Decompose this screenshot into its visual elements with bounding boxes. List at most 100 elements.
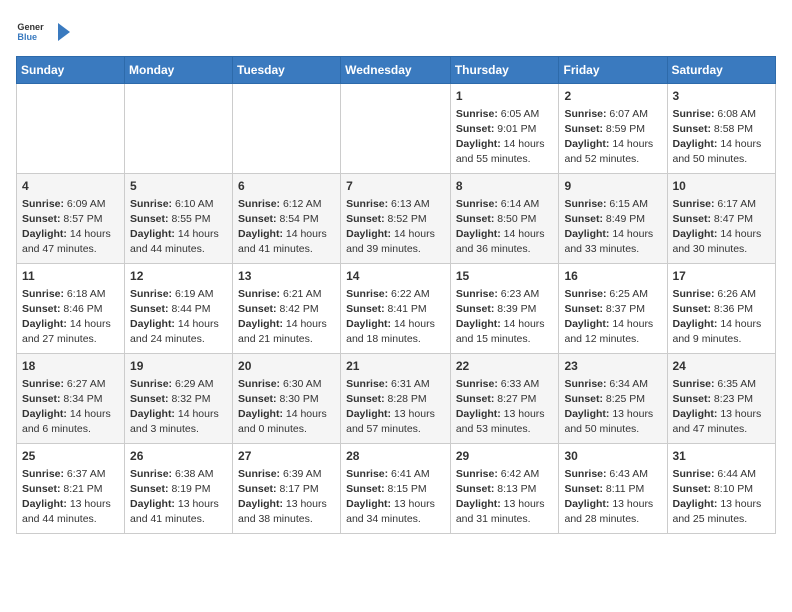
- cell-content-line: Sunset: 8:11 PM: [564, 482, 661, 497]
- cell-content-line: Daylight: 13 hours and 53 minutes.: [456, 407, 554, 437]
- cell-content-line: Sunrise: 6:41 AM: [346, 467, 445, 482]
- cell-content-line: Daylight: 14 hours and 47 minutes.: [22, 227, 119, 257]
- cell-content-line: Daylight: 13 hours and 34 minutes.: [346, 497, 445, 527]
- day-number: 10: [673, 178, 771, 195]
- cell-content-line: Sunset: 8:49 PM: [564, 212, 661, 227]
- cell-content-line: Sunrise: 6:33 AM: [456, 377, 554, 392]
- col-header-tuesday: Tuesday: [233, 57, 341, 84]
- calendar-week-row: 18Sunrise: 6:27 AMSunset: 8:34 PMDayligh…: [17, 354, 776, 444]
- cell-content-line: Sunrise: 6:37 AM: [22, 467, 119, 482]
- day-number: 28: [346, 448, 445, 465]
- cell-content-line: Daylight: 13 hours and 28 minutes.: [564, 497, 661, 527]
- cell-content-line: Sunrise: 6:09 AM: [22, 197, 119, 212]
- cell-content-line: Sunrise: 6:19 AM: [130, 287, 227, 302]
- cell-content-line: Sunset: 8:46 PM: [22, 302, 119, 317]
- calendar-week-row: 4Sunrise: 6:09 AMSunset: 8:57 PMDaylight…: [17, 174, 776, 264]
- cell-content-line: Sunset: 8:37 PM: [564, 302, 661, 317]
- cell-content-line: Daylight: 14 hours and 36 minutes.: [456, 227, 554, 257]
- day-number: 23: [564, 358, 661, 375]
- day-number: 20: [238, 358, 335, 375]
- day-number: 1: [456, 88, 554, 105]
- cell-content-line: Sunset: 8:19 PM: [130, 482, 227, 497]
- cell-content-line: Daylight: 13 hours and 44 minutes.: [22, 497, 119, 527]
- day-number: 11: [22, 268, 119, 285]
- calendar-cell: 22Sunrise: 6:33 AMSunset: 8:27 PMDayligh…: [450, 354, 559, 444]
- cell-content-line: Daylight: 14 hours and 12 minutes.: [564, 317, 661, 347]
- day-number: 3: [673, 88, 771, 105]
- cell-content-line: Daylight: 13 hours and 50 minutes.: [564, 407, 661, 437]
- cell-content-line: Sunrise: 6:17 AM: [673, 197, 771, 212]
- cell-content-line: Sunrise: 6:30 AM: [238, 377, 335, 392]
- day-number: 27: [238, 448, 335, 465]
- cell-content-line: Sunset: 8:23 PM: [673, 392, 771, 407]
- cell-content-line: Daylight: 14 hours and 6 minutes.: [22, 407, 119, 437]
- cell-content-line: Daylight: 14 hours and 0 minutes.: [238, 407, 335, 437]
- calendar-cell: 5Sunrise: 6:10 AMSunset: 8:55 PMDaylight…: [125, 174, 233, 264]
- day-number: 15: [456, 268, 554, 285]
- cell-content-line: Sunrise: 6:27 AM: [22, 377, 119, 392]
- day-number: 9: [564, 178, 661, 195]
- cell-content-line: Daylight: 14 hours and 55 minutes.: [456, 137, 554, 167]
- cell-content-line: Daylight: 13 hours and 41 minutes.: [130, 497, 227, 527]
- cell-content-line: Daylight: 14 hours and 39 minutes.: [346, 227, 445, 257]
- day-number: 13: [238, 268, 335, 285]
- cell-content-line: Daylight: 14 hours and 9 minutes.: [673, 317, 771, 347]
- calendar-cell: 1Sunrise: 6:05 AMSunset: 9:01 PMDaylight…: [450, 84, 559, 174]
- day-number: 5: [130, 178, 227, 195]
- cell-content-line: Sunrise: 6:42 AM: [456, 467, 554, 482]
- calendar-cell: 8Sunrise: 6:14 AMSunset: 8:50 PMDaylight…: [450, 174, 559, 264]
- day-number: 24: [673, 358, 771, 375]
- calendar-cell: 19Sunrise: 6:29 AMSunset: 8:32 PMDayligh…: [125, 354, 233, 444]
- calendar-cell: 12Sunrise: 6:19 AMSunset: 8:44 PMDayligh…: [125, 264, 233, 354]
- cell-content-line: Sunset: 8:25 PM: [564, 392, 661, 407]
- cell-content-line: Daylight: 14 hours and 33 minutes.: [564, 227, 661, 257]
- calendar-cell: 13Sunrise: 6:21 AMSunset: 8:42 PMDayligh…: [233, 264, 341, 354]
- cell-content-line: Sunrise: 6:38 AM: [130, 467, 227, 482]
- calendar-week-row: 25Sunrise: 6:37 AMSunset: 8:21 PMDayligh…: [17, 444, 776, 534]
- cell-content-line: Sunset: 8:15 PM: [346, 482, 445, 497]
- cell-content-line: Sunset: 8:52 PM: [346, 212, 445, 227]
- cell-content-line: Sunset: 8:17 PM: [238, 482, 335, 497]
- calendar-cell: [125, 84, 233, 174]
- logo-icon: General Blue: [16, 16, 44, 44]
- day-number: 8: [456, 178, 554, 195]
- day-number: 30: [564, 448, 661, 465]
- cell-content-line: Sunrise: 6:12 AM: [238, 197, 335, 212]
- cell-content-line: Sunrise: 6:07 AM: [564, 107, 661, 122]
- cell-content-line: Sunrise: 6:14 AM: [456, 197, 554, 212]
- cell-content-line: Sunset: 8:39 PM: [456, 302, 554, 317]
- cell-content-line: Sunset: 8:44 PM: [130, 302, 227, 317]
- calendar-cell: 10Sunrise: 6:17 AMSunset: 8:47 PMDayligh…: [667, 174, 776, 264]
- cell-content-line: Sunset: 8:21 PM: [22, 482, 119, 497]
- col-header-saturday: Saturday: [667, 57, 776, 84]
- header: General Blue: [16, 16, 776, 44]
- svg-text:General: General: [17, 22, 44, 32]
- cell-content-line: Sunrise: 6:22 AM: [346, 287, 445, 302]
- cell-content-line: Daylight: 14 hours and 3 minutes.: [130, 407, 227, 437]
- cell-content-line: Sunrise: 6:08 AM: [673, 107, 771, 122]
- day-number: 14: [346, 268, 445, 285]
- day-number: 7: [346, 178, 445, 195]
- day-number: 6: [238, 178, 335, 195]
- col-header-wednesday: Wednesday: [341, 57, 451, 84]
- day-number: 4: [22, 178, 119, 195]
- day-number: 29: [456, 448, 554, 465]
- cell-content-line: Daylight: 13 hours and 38 minutes.: [238, 497, 335, 527]
- cell-content-line: Sunset: 8:10 PM: [673, 482, 771, 497]
- cell-content-line: Sunrise: 6:35 AM: [673, 377, 771, 392]
- calendar-week-row: 11Sunrise: 6:18 AMSunset: 8:46 PMDayligh…: [17, 264, 776, 354]
- day-number: 22: [456, 358, 554, 375]
- calendar-cell: 20Sunrise: 6:30 AMSunset: 8:30 PMDayligh…: [233, 354, 341, 444]
- calendar-week-row: 1Sunrise: 6:05 AMSunset: 9:01 PMDaylight…: [17, 84, 776, 174]
- cell-content-line: Sunrise: 6:26 AM: [673, 287, 771, 302]
- calendar-cell: 28 Sunrise: 6:41 AMSunset: 8:15 PMDayligh…: [341, 444, 451, 534]
- cell-content-line: Daylight: 13 hours and 47 minutes.: [673, 407, 771, 437]
- cell-content-line: Sunset: 8:13 PM: [456, 482, 554, 497]
- calendar-cell: [341, 84, 451, 174]
- cell-content-line: Sunset: 8:36 PM: [673, 302, 771, 317]
- calendar-cell: 30Sunrise: 6:43 AMSunset: 8:11 PMDayligh…: [559, 444, 667, 534]
- calendar-cell: 21Sunrise: 6:31 AMSunset: 8:28 PMDayligh…: [341, 354, 451, 444]
- calendar-header-row: SundayMondayTuesdayWednesdayThursdayFrid…: [17, 57, 776, 84]
- cell-content-line: Sunrise: 6:29 AM: [130, 377, 227, 392]
- calendar-cell: 11Sunrise: 6:18 AMSunset: 8:46 PMDayligh…: [17, 264, 125, 354]
